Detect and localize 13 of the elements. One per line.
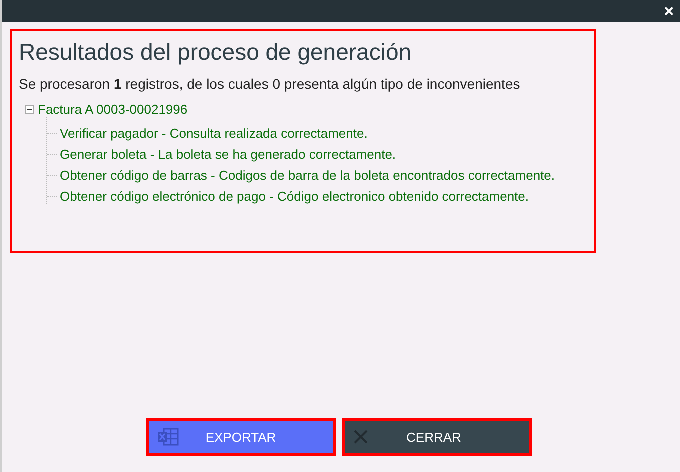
- results-title: Resultados del proceso de generación: [19, 39, 413, 66]
- close-button[interactable]: ×: [664, 2, 674, 20]
- spreadsheet-icon: [157, 428, 179, 446]
- export-button[interactable]: EXPORTAR: [146, 418, 336, 456]
- close-icon: [353, 429, 369, 445]
- collapse-icon[interactable]: [25, 105, 34, 114]
- tree-item[interactable]: Obtener código de barras - Codigos de barra de la boleta encontrados correctamente.: [60, 168, 556, 183]
- tree-item[interactable]: Generar boleta - La boleta se ha generado correctamente.: [60, 147, 396, 162]
- tree-item[interactable]: Obtener código electrónico de pago - Código electronico obtenido correctamente.: [60, 189, 530, 204]
- summary-text: Se procesaron 1 registros, de los cuales 0 presenta algún tipo de inconvenientes: [19, 76, 522, 92]
- tree-node[interactable]: Factura A 0003-00021996: [38, 102, 188, 117]
- tree-item[interactable]: Verificar pagador - Consulta realizada correctamente.: [60, 126, 368, 141]
- close-button[interactable]: CERRAR: [342, 418, 532, 456]
